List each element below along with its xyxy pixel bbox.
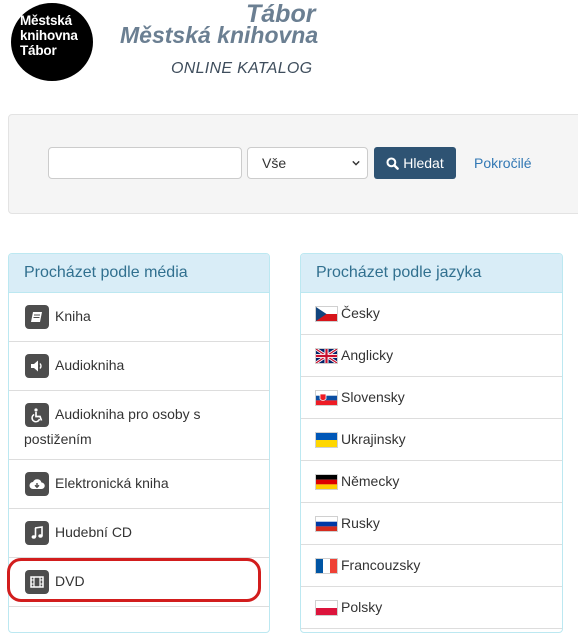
media-item-ebook[interactable]: Elektronická kniha	[9, 460, 269, 509]
language-item-label: Česky	[341, 305, 380, 321]
film-icon	[25, 570, 49, 594]
language-item-german[interactable]: Německy	[301, 461, 562, 503]
search-input[interactable]	[48, 147, 242, 179]
language-item-label: Polsky	[341, 599, 383, 615]
search-scope-value: Vše	[262, 155, 287, 171]
language-item-label: Francouzsky	[341, 557, 421, 573]
language-item-czech[interactable]: Česky	[301, 293, 562, 335]
browse-by-language-panel: Procházet podle jazyka Česky Anglicky Sl…	[300, 253, 563, 633]
book-icon	[25, 305, 49, 329]
media-item-label: Kniha	[55, 308, 91, 324]
media-item-audiobook[interactable]: Audiokniha	[9, 342, 269, 391]
uk-flag-icon	[316, 349, 337, 363]
media-item-accessible-audiobook[interactable]: Audiokniha pro osoby s postižením	[9, 391, 269, 460]
czech-flag-icon	[316, 307, 337, 321]
media-item-book[interactable]: Kniha	[9, 293, 269, 342]
language-item-english[interactable]: Anglicky	[301, 335, 562, 377]
media-item-dvd[interactable]: DVD	[9, 558, 269, 607]
slovak-flag-icon	[316, 391, 337, 405]
language-item-label: Rusky	[341, 515, 380, 531]
language-item-french[interactable]: Francouzsky	[301, 545, 562, 587]
search-icon	[386, 156, 400, 170]
chevron-down-icon	[352, 160, 360, 166]
language-item-polish[interactable]: Polsky	[301, 587, 562, 629]
advanced-search-link[interactable]: Pokročilé	[474, 155, 532, 171]
media-item-label: Audiokniha	[55, 357, 125, 373]
header-catalog-label: ONLINE KATALOG	[171, 60, 313, 77]
poland-flag-icon	[316, 601, 337, 615]
language-item-ukrainian[interactable]: Ukrajinsky	[301, 419, 562, 461]
header-library-name: Městská knihovna	[120, 22, 319, 48]
media-item-label: Hudební CD	[55, 524, 133, 540]
media-item-music-cd[interactable]: Hudební CD	[9, 509, 269, 558]
logo-text: Městská knihovna Tábor	[20, 13, 78, 58]
language-item-label: Slovensky	[341, 389, 405, 405]
media-item-label: Elektronická kniha	[55, 475, 169, 491]
volume-icon	[25, 354, 49, 378]
france-flag-icon	[316, 559, 337, 573]
language-item-slovak[interactable]: Slovensky	[301, 377, 562, 419]
browse-by-media-panel: Procházet podle média Kniha Audiokniha A…	[8, 253, 270, 633]
music-note-icon	[25, 521, 49, 545]
search-button[interactable]: Hledat	[374, 147, 456, 179]
media-item-label: DVD	[55, 573, 85, 589]
media-item-label-line2: postižením	[24, 431, 92, 447]
wheelchair-icon	[25, 403, 49, 427]
language-item-label: Anglicky	[341, 347, 394, 363]
search-scope-select[interactable]: Vše	[247, 147, 368, 179]
cloud-download-icon	[25, 472, 49, 496]
russia-flag-icon	[316, 517, 337, 531]
media-panel-title: Procházet podle média	[9, 254, 269, 293]
germany-flag-icon	[316, 475, 337, 489]
language-item-russian[interactable]: Rusky	[301, 503, 562, 545]
language-item-label: Ukrajinsky	[341, 431, 406, 447]
search-button-label: Hledat	[403, 155, 444, 171]
language-item-label: Německy	[341, 473, 400, 489]
ukraine-flag-icon	[316, 433, 337, 447]
media-item-label: Audiokniha pro osoby s	[55, 406, 201, 422]
language-panel-title: Procházet podle jazyka	[301, 254, 562, 293]
